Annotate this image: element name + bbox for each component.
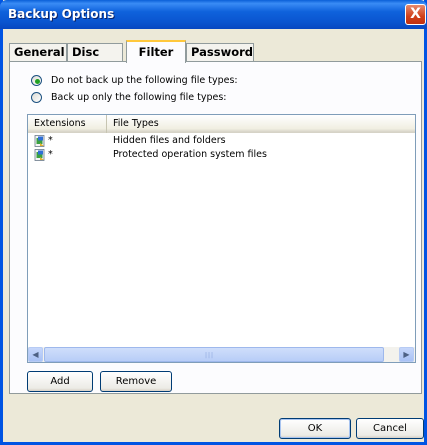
scrollbar-grip-icon: ||| xyxy=(205,352,215,359)
add-button[interactable]: Add xyxy=(27,371,93,392)
radio-dot-icon xyxy=(34,78,40,84)
radio-button-unselected[interactable] xyxy=(31,92,42,103)
tab-filter[interactable]: Filter xyxy=(126,40,186,63)
radio-label-do-not-back-up: Do not back up the following file types: xyxy=(51,75,238,86)
tab-password[interactable]: Password xyxy=(186,43,254,62)
scroll-left-icon[interactable]: ◀ xyxy=(28,347,43,362)
scrollbar-thumb[interactable]: ||| xyxy=(44,347,384,362)
backup-options-dialog: Backup Options X General Disc Filter Pas… xyxy=(0,0,427,445)
table-row[interactable]: * Hidden files and folders xyxy=(28,134,415,148)
remove-button[interactable]: Remove xyxy=(100,371,172,392)
file-types-list[interactable]: Extensions File Types * Hidden files and… xyxy=(27,114,416,363)
table-row[interactable]: * Protected operation system files xyxy=(28,148,415,162)
cancel-button[interactable]: Cancel xyxy=(356,418,424,439)
column-header-file-types[interactable]: File Types xyxy=(107,115,415,133)
row-extension: * xyxy=(48,135,53,146)
row-extension: * xyxy=(48,149,53,160)
window-title: Backup Options xyxy=(8,7,115,21)
close-button[interactable]: X xyxy=(405,4,426,25)
tab-general[interactable]: General xyxy=(9,43,67,62)
row-file-type: Hidden files and folders xyxy=(113,135,226,146)
row-file-type: Protected operation system files xyxy=(113,149,267,160)
list-header: Extensions File Types xyxy=(28,115,415,133)
radio-label-back-up-only: Back up only the following file types: xyxy=(51,92,227,103)
horizontal-scrollbar[interactable]: ◀ ||| ▶ xyxy=(28,347,415,362)
filter-rule-icon xyxy=(34,135,45,147)
scroll-right-icon[interactable]: ▶ xyxy=(399,347,414,362)
column-header-extensions[interactable]: Extensions xyxy=(28,115,107,133)
filter-rule-icon xyxy=(34,149,45,161)
tab-disc[interactable]: Disc xyxy=(67,43,123,62)
radio-button-selected[interactable] xyxy=(31,75,42,86)
ok-button[interactable]: OK xyxy=(279,418,351,439)
title-bar[interactable]: Backup Options X xyxy=(0,0,427,29)
